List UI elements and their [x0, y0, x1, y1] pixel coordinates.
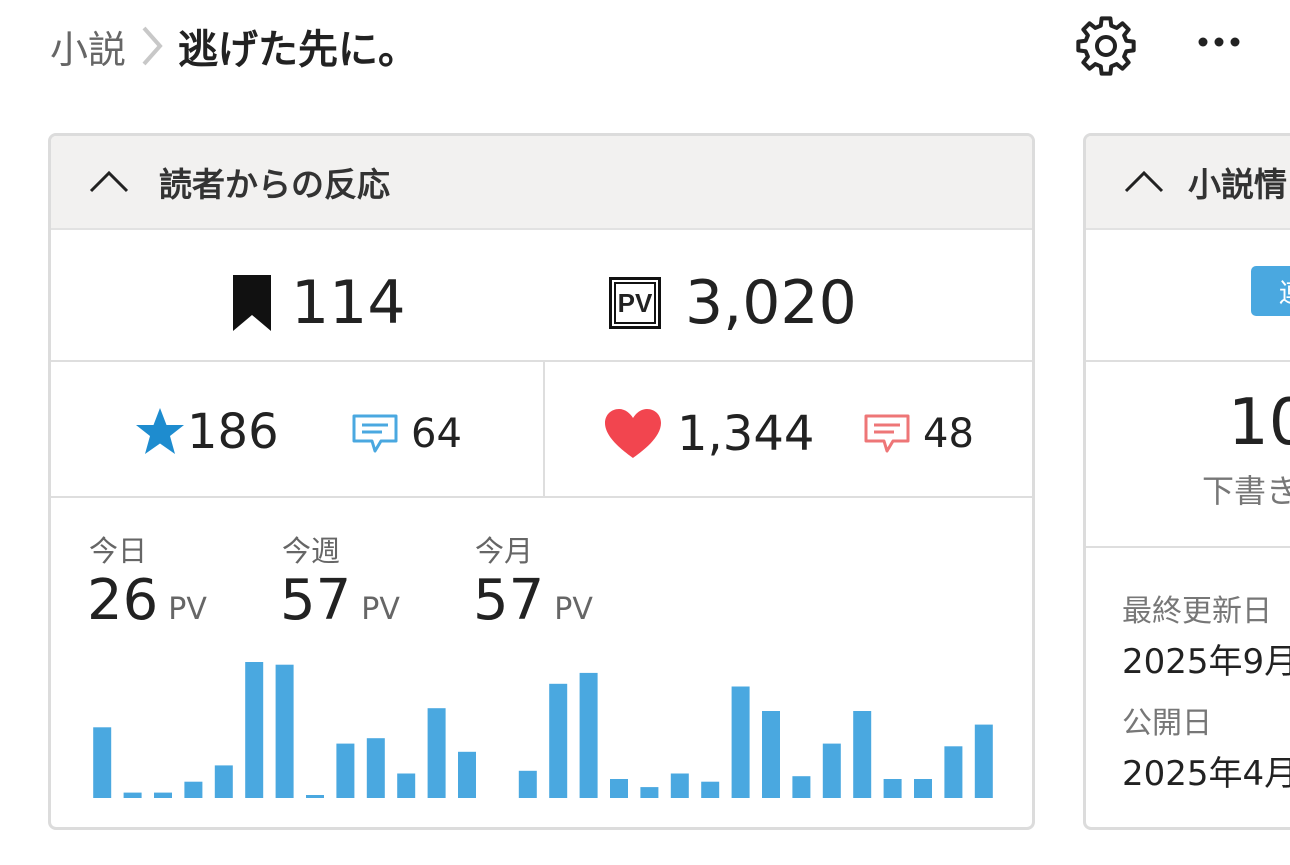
pv-week-label: 今週: [282, 534, 341, 568]
divider: [1086, 546, 1290, 548]
heart-stat: 1,344: [603, 402, 814, 466]
heart-count: 1,344: [677, 406, 815, 462]
reactions-title: 読者からの反応: [159, 165, 390, 204]
reader-reactions-card: 読者からの反応 114 PV 3,020 186 64 1,344 48 今日 …: [48, 133, 1035, 830]
divider: [51, 496, 1032, 498]
pv-month-value: 57: [473, 568, 545, 633]
pv-badge-text: PV: [613, 282, 657, 324]
bookmark-icon: [233, 275, 271, 331]
pv-badge-icon: PV: [609, 277, 661, 329]
chart-bar: [336, 743, 355, 798]
chart-bar: [914, 779, 932, 798]
pv-total-stat: PV 3,020: [609, 268, 857, 338]
chevron-right-icon: [142, 26, 163, 66]
chart-bar: [701, 781, 720, 798]
chart-bar: [579, 672, 598, 798]
pv-unit: PV: [361, 592, 400, 627]
divider: [543, 360, 545, 496]
chart-bar: [670, 773, 689, 798]
heart-comments-stat[interactable]: 48: [863, 404, 974, 464]
chart-bar: [762, 711, 780, 798]
info-card-header[interactable]: 小説情: [1086, 136, 1290, 230]
settings-button[interactable]: [1074, 14, 1138, 78]
heart-comment-count: 48: [923, 411, 974, 457]
last-updated-label: 最終更新日: [1122, 594, 1272, 629]
pv-today-label: 今日: [89, 534, 148, 568]
chevron-up-icon[interactable]: [87, 167, 131, 197]
comment-icon: [864, 414, 910, 453]
chart-bar: [93, 727, 112, 798]
pv-week: 今週 57 PV: [280, 528, 400, 633]
chart-bar: [974, 724, 993, 798]
chart-bar: [731, 686, 750, 798]
chart-bar: [518, 770, 537, 798]
comment-icon: [352, 414, 398, 453]
page-title: 逃げた先に。: [178, 27, 419, 73]
breadcrumb-parent-link[interactable]: 小説: [50, 19, 126, 74]
status-badge: 連: [1251, 266, 1290, 316]
chart-bar: [883, 779, 902, 798]
chart-bar: [306, 795, 324, 798]
gear-icon: [1076, 16, 1136, 76]
chart-bar: [792, 776, 811, 798]
bookmark-stat: 114: [231, 268, 406, 338]
chart-bar: [123, 792, 142, 798]
chart-bar: [610, 779, 628, 798]
heart-icon: [605, 409, 661, 458]
breadcrumb: 小説 逃げた先に。: [50, 18, 418, 74]
chart-bar: [944, 746, 963, 798]
pv-unit: PV: [554, 592, 593, 627]
last-updated-value: 2025年9月: [1122, 642, 1290, 682]
pv-unit: PV: [168, 592, 207, 627]
star-stat: 186: [133, 400, 279, 464]
chart-bar: [822, 743, 841, 798]
draft-label: 下書き: [1202, 472, 1290, 510]
divider: [1086, 360, 1290, 362]
published-label: 公開日: [1122, 706, 1212, 741]
chart-bar: [549, 683, 568, 798]
star-count: 186: [187, 404, 279, 460]
divider: [51, 360, 1032, 362]
star-comments-stat[interactable]: 64: [351, 404, 462, 464]
chart-bar: [154, 792, 172, 798]
pv-today-value: 26: [87, 568, 159, 633]
pv-month: 今月 57 PV: [473, 528, 593, 633]
star-icon: [136, 408, 184, 454]
chart-bar: [397, 773, 416, 798]
chart-bar: [458, 751, 476, 798]
star-comment-count: 64: [411, 411, 462, 457]
novel-info-card: 小説情 連 10 下書き 最終更新日 2025年9月 公開日 2025年4月: [1083, 133, 1290, 830]
reactions-card-header[interactable]: 読者からの反応: [51, 136, 1032, 230]
chart-bar: [853, 711, 872, 798]
pv-bar-chart: [93, 662, 993, 798]
more-horizontal-icon: [1198, 37, 1240, 47]
more-options-button[interactable]: [1190, 22, 1248, 62]
chart-bar: [214, 765, 233, 798]
pv-today: 今日 26 PV: [87, 528, 207, 633]
status-badge-label: 連: [1279, 273, 1290, 310]
chart-bar: [184, 781, 203, 798]
draft-count: 10: [1228, 386, 1290, 460]
pv-week-value: 57: [280, 568, 352, 633]
pv-month-label: 今月: [475, 534, 534, 568]
chart-bar: [366, 738, 385, 798]
chart-bar: [640, 787, 659, 798]
pv-total-count: 3,020: [685, 268, 857, 338]
chart-bar: [245, 662, 264, 798]
info-title: 小説情: [1188, 165, 1287, 204]
chart-bar: [275, 664, 294, 798]
published-value: 2025年4月: [1122, 754, 1290, 794]
bookmark-count: 114: [291, 268, 406, 338]
chart-bar: [427, 708, 446, 798]
chevron-up-icon[interactable]: [1122, 167, 1166, 197]
